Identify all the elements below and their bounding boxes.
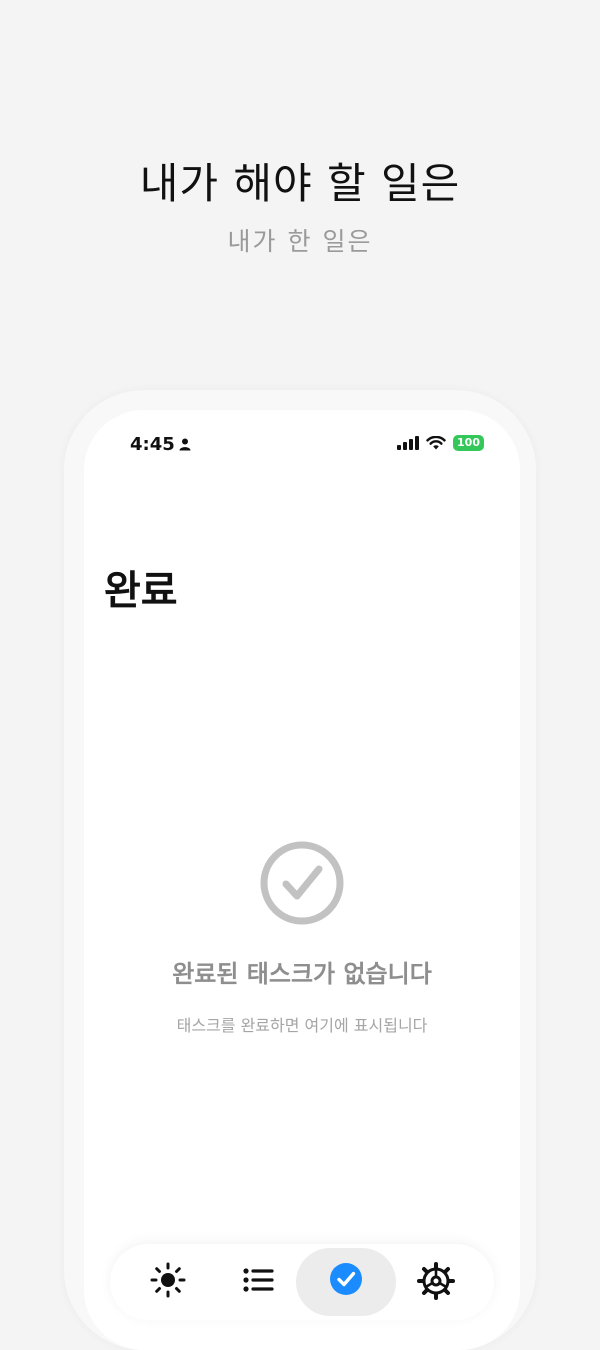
phone-screen: 4:45 100 완료 완료된 태스크가 없습니다 태스크를 완료하면 여기에 … [84, 410, 520, 1350]
empty-state-subtitle: 태스크를 완료하면 여기에 표시됩니다 [176, 1016, 428, 1035]
checkmark-circle-icon [260, 841, 344, 925]
list-icon [243, 1268, 274, 1292]
tab-bar [110, 1244, 494, 1320]
cellular-signal-icon [397, 436, 420, 450]
tab-today[interactable] [120, 1248, 216, 1316]
hero-title: 내가 해야 할 일은 [139, 159, 461, 208]
wifi-icon [426, 436, 446, 450]
hero-subtitle: 내가 한 일은 [227, 227, 373, 256]
sun-icon [150, 1262, 186, 1298]
checkmark-circle-filled-icon [330, 1263, 362, 1295]
empty-state-title: 완료된 태스크가 없습니다 [172, 960, 432, 988]
tab-list[interactable] [210, 1248, 306, 1316]
status-time: 4:45 [130, 434, 191, 455]
tab-settings[interactable] [388, 1248, 484, 1316]
tab-completed[interactable] [296, 1248, 396, 1316]
battery-indicator: 100 [453, 435, 484, 451]
page-title: 완료 [104, 568, 178, 614]
gear-icon [417, 1262, 455, 1300]
status-indicators: 100 [397, 435, 484, 451]
person-icon [179, 438, 191, 451]
status-time-text: 4:45 [130, 434, 175, 455]
